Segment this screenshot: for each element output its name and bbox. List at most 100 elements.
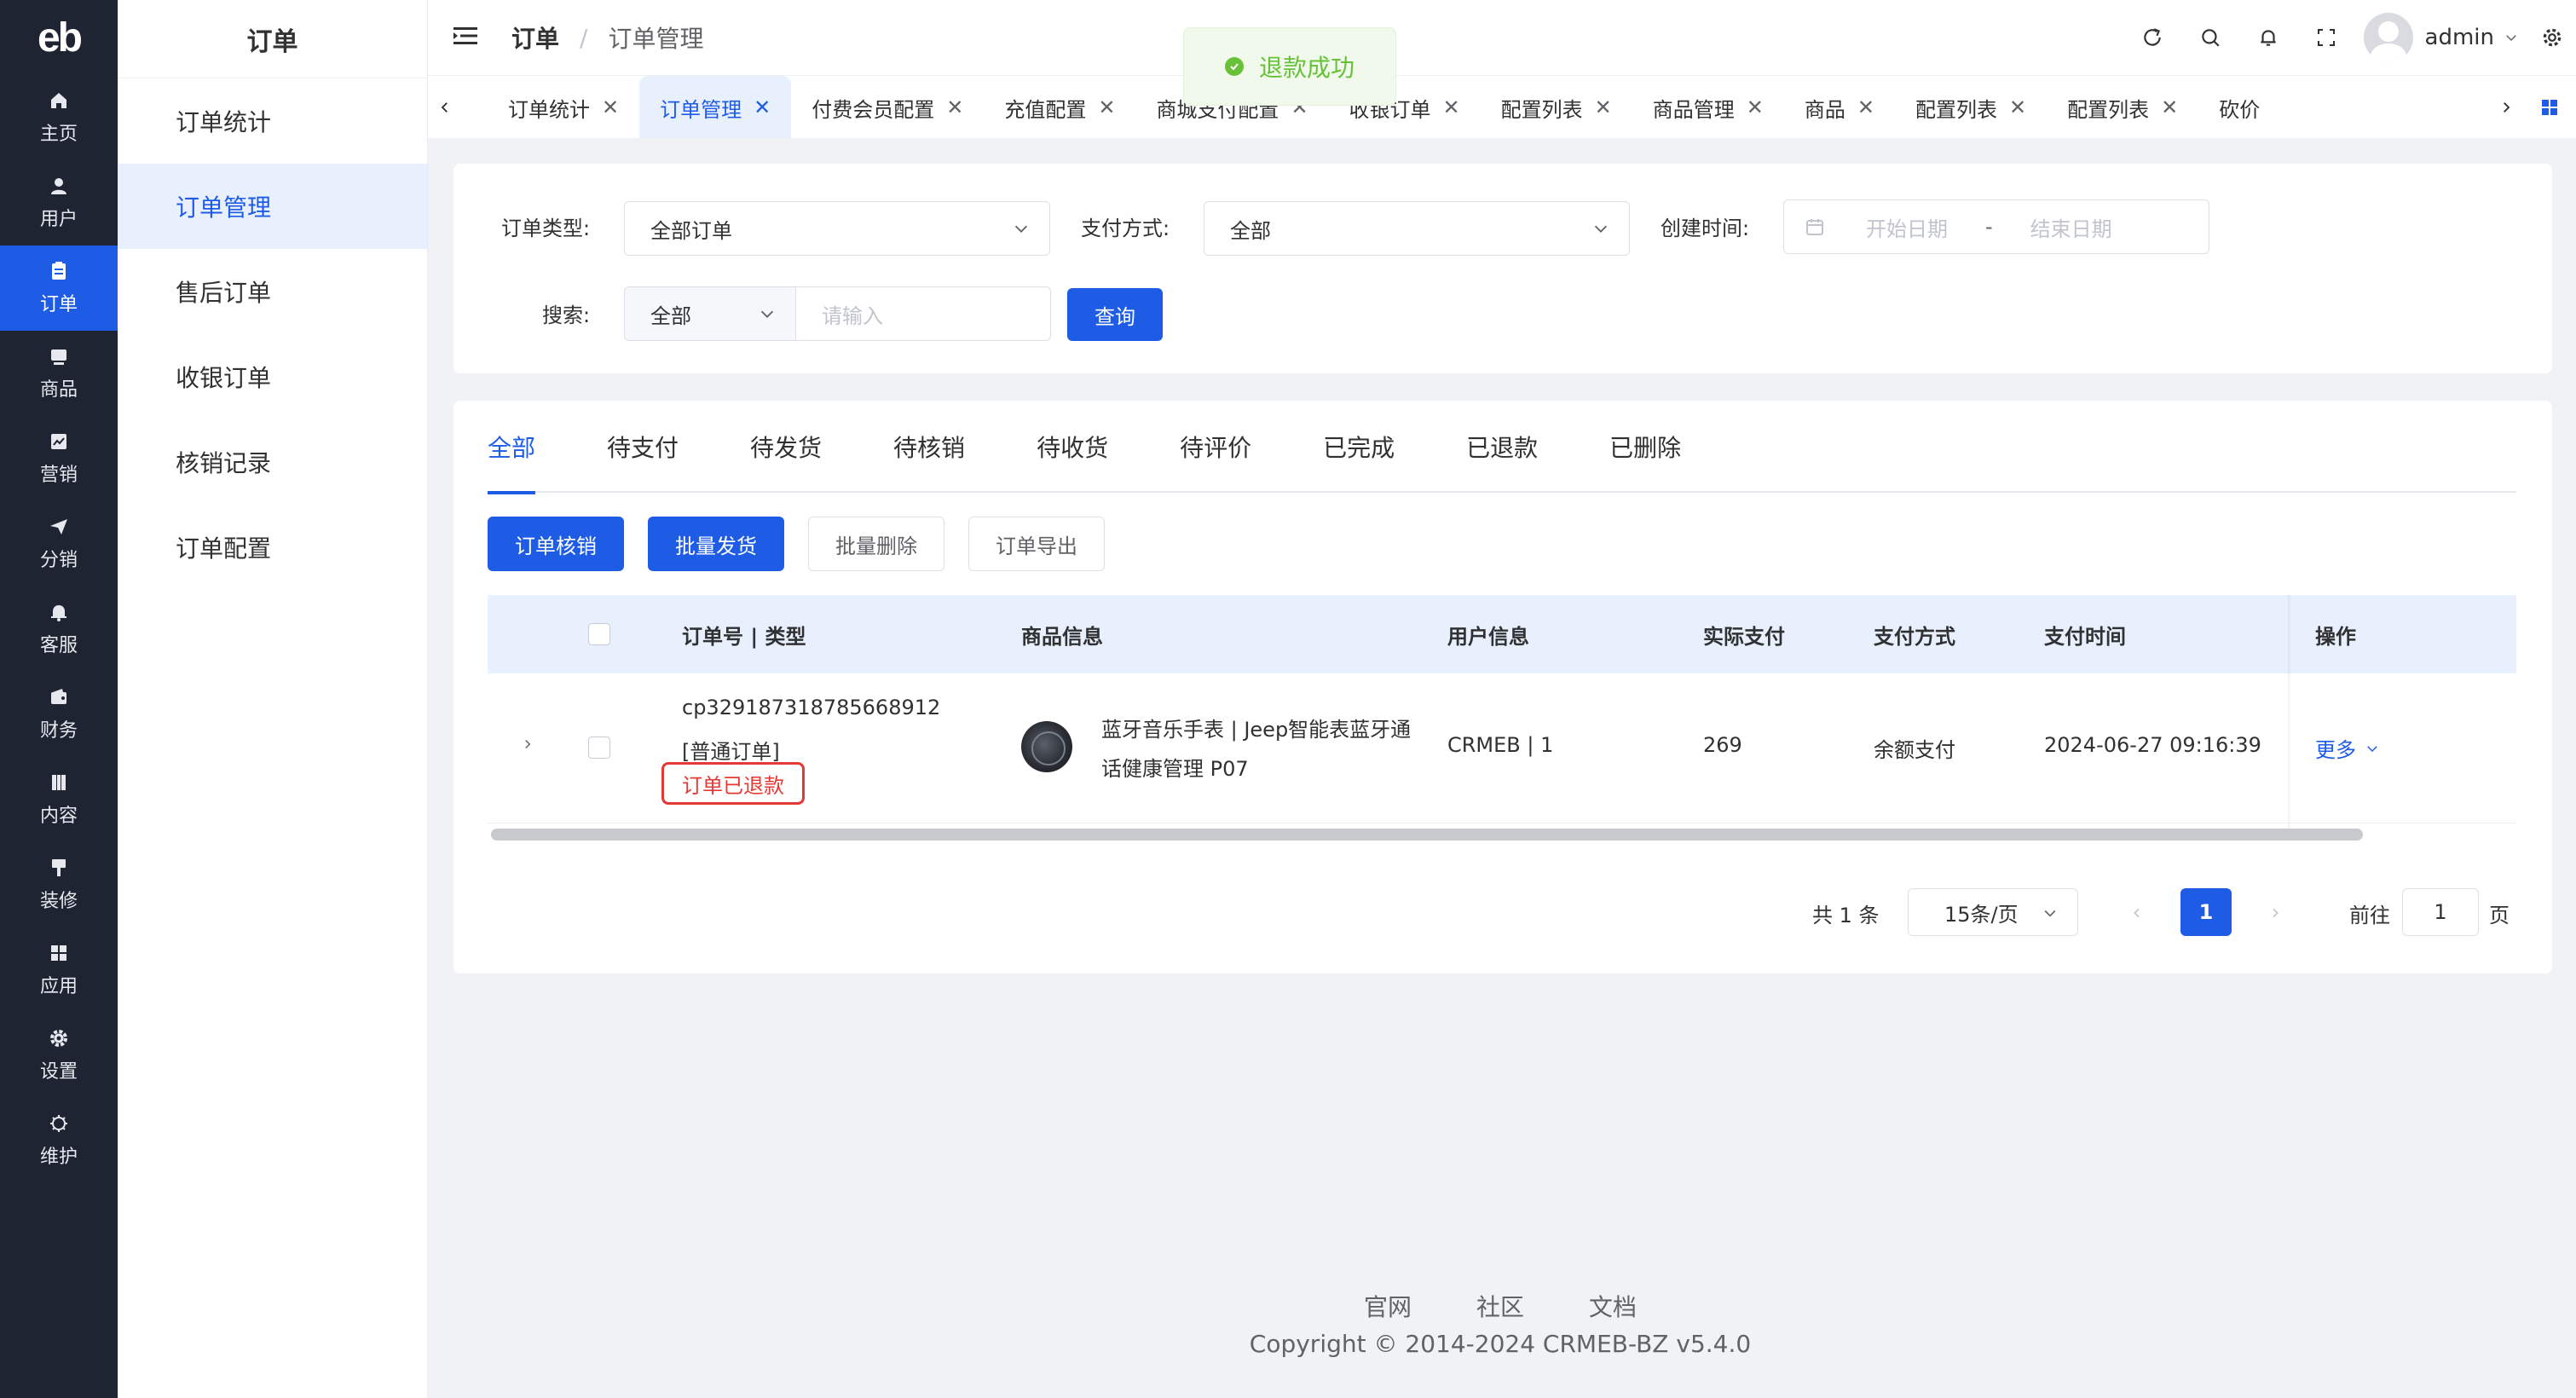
submenu-item-order-management[interactable]: 订单管理	[118, 164, 427, 249]
close-icon[interactable]: ✕	[946, 95, 963, 119]
start-date[interactable]: 开始日期	[1866, 212, 1948, 242]
date-range-picker[interactable]: 开始日期 - 结束日期	[1783, 199, 2209, 254]
tag-order-stats[interactable]: 订单统计 ✕	[488, 76, 639, 138]
main-nav: eb 主页 用户 订单 商品 营销 分销 客服 财务 内容 装修 应用 设置 维…	[0, 0, 118, 1398]
nav-item-distribution[interactable]: 分销	[0, 501, 118, 586]
tag-config-list-3[interactable]: 配置列表 ✕	[2047, 76, 2198, 138]
refund-status-badge: 订单已退款	[661, 762, 805, 805]
tag-recharge-config[interactable]: 充值配置 ✕	[984, 76, 1135, 138]
tags-menu-grid-icon[interactable]	[2523, 76, 2576, 138]
tab-pending-shipment[interactable]: 待发货	[750, 401, 822, 493]
notification-bell-icon[interactable]	[2239, 0, 2297, 75]
query-button[interactable]: 查询	[1067, 288, 1163, 341]
th-ops: 操作	[2315, 624, 2356, 649]
close-icon[interactable]: ✕	[1857, 95, 1874, 119]
nav-item-maintenance[interactable]: 维护	[0, 1098, 118, 1183]
order-export-button[interactable]: 订单导出	[968, 517, 1105, 571]
row-checkbox[interactable]	[588, 737, 610, 759]
nav-item-user[interactable]: 用户	[0, 160, 118, 246]
goto-page-input[interactable]: 1	[2402, 888, 2479, 936]
nav-item-apps[interactable]: 应用	[0, 927, 118, 1013]
order-verify-button[interactable]: 订单核销	[488, 517, 624, 571]
product-thumbnail[interactable]	[1021, 721, 1072, 772]
submenu-item-cashier-orders[interactable]: 收银订单	[118, 334, 427, 419]
nav-item-decoration[interactable]: 装修	[0, 842, 118, 927]
tab-deleted[interactable]: 已删除	[1609, 401, 1681, 493]
tag-paid-member-config[interactable]: 付费会员配置 ✕	[791, 76, 984, 138]
close-icon[interactable]: ✕	[1747, 95, 1764, 119]
select-all-checkbox[interactable]	[588, 623, 610, 645]
page-number-current[interactable]: 1	[2180, 888, 2232, 936]
close-icon[interactable]: ✕	[754, 95, 771, 119]
tag-bargain[interactable]: 砍价	[2198, 76, 2280, 138]
breadcrumb-parent[interactable]: 订单	[511, 20, 559, 55]
tab-completed[interactable]: 已完成	[1323, 401, 1395, 493]
fullscreen-icon[interactable]	[2297, 0, 2355, 75]
username[interactable]: admin	[2425, 25, 2494, 50]
search-icon[interactable]	[2181, 0, 2239, 75]
page-size-select[interactable]: 15条/页	[1908, 888, 2078, 936]
wallet-icon	[48, 686, 70, 708]
tags-scroll-left-icon[interactable]	[428, 76, 462, 138]
tag-order-management[interactable]: 订单管理 ✕	[639, 76, 792, 138]
nav-item-home[interactable]: 主页	[0, 75, 118, 160]
refresh-icon[interactable]	[2123, 0, 2181, 75]
nav-item-service[interactable]: 客服	[0, 586, 118, 672]
nav-item-finance[interactable]: 财务	[0, 672, 118, 757]
footer-link-docs[interactable]: 文档	[1589, 1289, 1637, 1323]
tag-product[interactable]: 商品 ✕	[1784, 76, 1895, 138]
tab-pending-receipt[interactable]: 待收货	[1037, 401, 1108, 493]
search-input[interactable]: 请输入	[795, 286, 1051, 341]
pay-method: 余额支付	[1874, 738, 1955, 762]
menu-toggle-icon[interactable]	[453, 26, 484, 49]
chevron-down-icon	[758, 304, 777, 328]
nav-item-product[interactable]: 商品	[0, 331, 118, 416]
breadcrumb-separator: /	[580, 23, 588, 52]
avatar[interactable]	[2363, 13, 2413, 62]
app-logo[interactable]: eb	[0, 0, 118, 75]
submenu-item-order-config[interactable]: 订单配置	[118, 505, 427, 590]
order-type-select[interactable]: 全部订单	[624, 201, 1050, 256]
expand-chevron-icon[interactable]	[520, 735, 535, 759]
tab-pending-payment[interactable]: 待支付	[607, 401, 679, 493]
nav-item-content[interactable]: 内容	[0, 757, 118, 842]
tag-config-list[interactable]: 配置列表 ✕	[1481, 76, 1632, 138]
batch-ship-button[interactable]: 批量发货	[648, 517, 784, 571]
prev-page-icon[interactable]	[2124, 888, 2150, 938]
pay-method-select[interactable]: 全部	[1204, 201, 1630, 256]
nav-item-marketing[interactable]: 营销	[0, 416, 118, 501]
close-icon[interactable]: ✕	[2009, 95, 2026, 119]
horizontal-scrollbar[interactable]	[491, 829, 2363, 841]
more-actions-dropdown[interactable]: 更多	[2315, 733, 2380, 763]
breadcrumb-current: 订单管理	[608, 25, 704, 53]
nav-item-order[interactable]: 订单	[0, 246, 118, 331]
tags-scroll-right-icon[interactable]	[2489, 76, 2523, 138]
brush-icon	[48, 857, 70, 879]
tag-config-list-2[interactable]: 配置列表 ✕	[1895, 76, 2047, 138]
settings-gear-icon[interactable]	[2528, 0, 2576, 75]
footer-link-official[interactable]: 官网	[1364, 1289, 1412, 1323]
tab-pending-review[interactable]: 待评价	[1180, 401, 1251, 493]
nav-item-settings[interactable]: 设置	[0, 1013, 118, 1098]
tag-product-management[interactable]: 商品管理 ✕	[1632, 76, 1784, 138]
fixed-column-shadow	[2288, 595, 2291, 829]
close-icon[interactable]: ✕	[1595, 95, 1612, 119]
submenu-item-after-sale[interactable]: 售后订单	[118, 249, 427, 334]
tab-pending-verify[interactable]: 待核销	[893, 401, 965, 493]
end-date[interactable]: 结束日期	[2030, 212, 2112, 242]
batch-delete-button[interactable]: 批量删除	[808, 517, 944, 571]
th-order-no: 订单号 | 类型	[682, 624, 806, 649]
submenu-item-order-stats[interactable]: 订单统计	[118, 78, 427, 164]
submenu-item-verify-records[interactable]: 核销记录	[118, 419, 427, 505]
chevron-down-icon	[1591, 219, 1610, 243]
footer-link-community[interactable]: 社区	[1476, 1289, 1524, 1323]
next-page-icon[interactable]	[2262, 888, 2288, 938]
close-icon[interactable]: ✕	[2161, 95, 2178, 119]
close-icon[interactable]: ✕	[602, 95, 619, 119]
tab-all[interactable]: 全部	[488, 401, 536, 494]
close-icon[interactable]: ✕	[1098, 95, 1115, 119]
search-scope-select[interactable]: 全部	[624, 286, 796, 341]
close-icon[interactable]: ✕	[1443, 95, 1460, 119]
tab-refunded[interactable]: 已退款	[1466, 401, 1538, 493]
chevron-down-icon[interactable]	[2494, 0, 2528, 75]
